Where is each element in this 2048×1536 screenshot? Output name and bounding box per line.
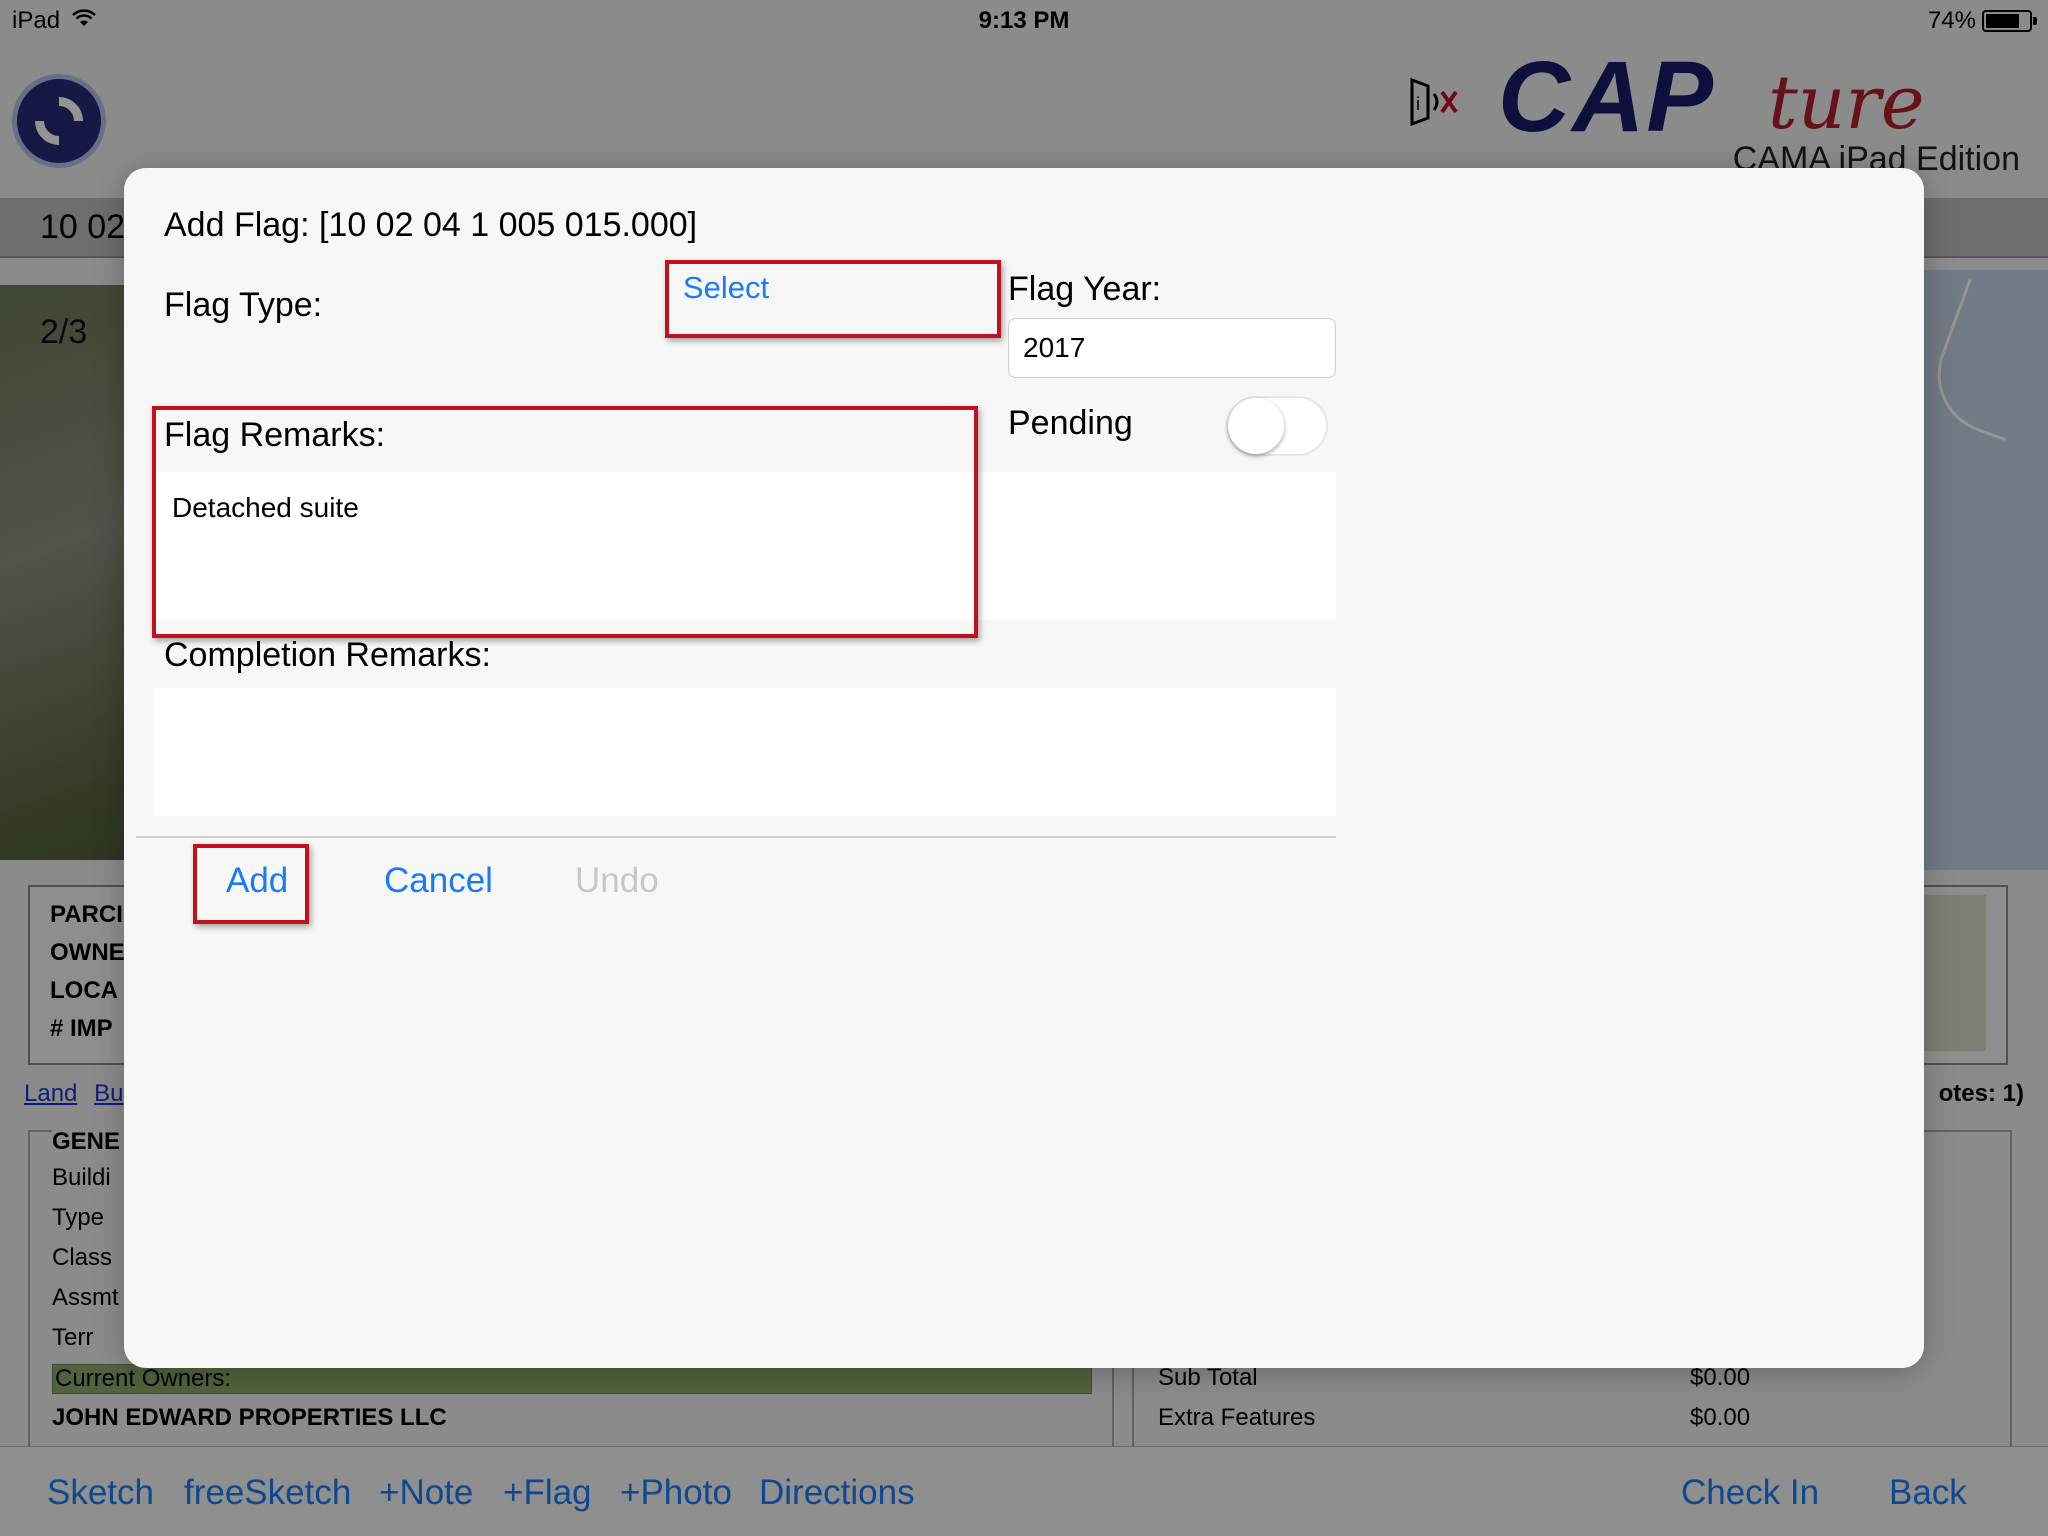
pending-label: Pending [1008, 404, 1133, 442]
completion-remarks-label: Completion Remarks: [164, 636, 491, 674]
dialog-title: Add Flag: [10 02 04 1 005 015.000] [164, 206, 698, 244]
dialog-divider [136, 836, 1336, 838]
pending-toggle[interactable] [1226, 396, 1328, 456]
undo-button[interactable]: Undo [575, 861, 659, 901]
add-flag-dialog: Add Flag: [10 02 04 1 005 015.000] Flag … [124, 168, 1924, 1368]
flag-year-label: Flag Year: [1008, 270, 1162, 308]
highlight-box-select [665, 260, 1001, 338]
flag-year-field[interactable] [1008, 318, 1336, 378]
flag-type-label: Flag Type: [164, 286, 323, 324]
highlight-box-add [193, 844, 309, 924]
completion-remarks-field[interactable] [154, 688, 1336, 816]
cancel-button[interactable]: Cancel [384, 861, 493, 901]
highlight-box-flag-remarks [152, 406, 978, 638]
